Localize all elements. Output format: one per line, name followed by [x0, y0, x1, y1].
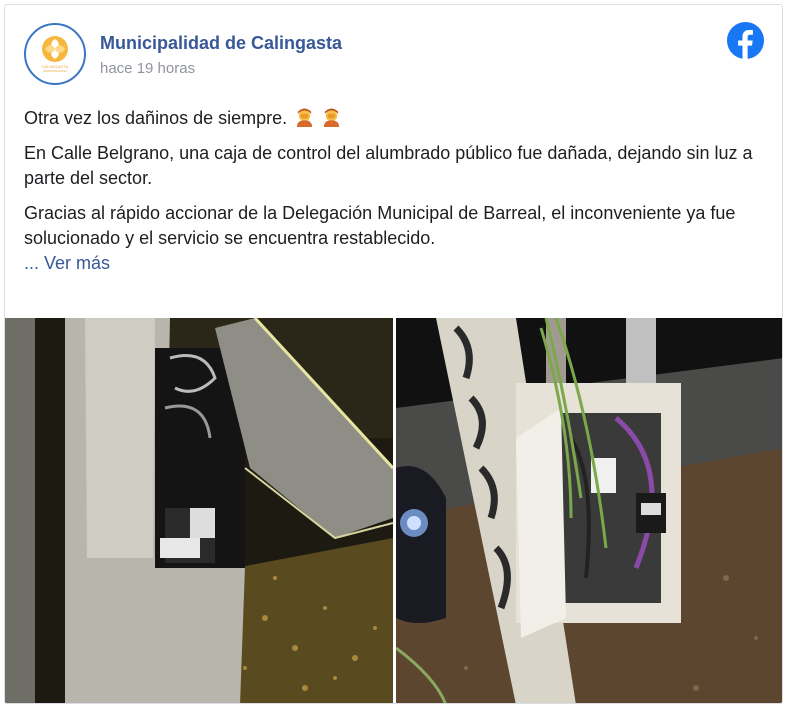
post-timestamp[interactable]: hace 19 horas	[100, 60, 195, 77]
avatar-sublabel: MUNICIPALIDAD	[43, 69, 67, 73]
repaired-box-image	[396, 318, 782, 703]
page-avatar[interactable]: CALINGASTA MUNICIPALIDAD	[24, 23, 86, 85]
facebook-post-card: CALINGASTA MUNICIPALIDAD Municipalidad d…	[4, 4, 783, 704]
post-paragraph: Otra vez los dañinos de siempre.	[24, 106, 764, 131]
post-photos	[5, 318, 782, 703]
see-more-ellipsis: ...	[24, 253, 45, 273]
see-more-label: Ver más	[44, 253, 111, 273]
post-paragraph: Gracias al rápido accionar de la Delegac…	[24, 201, 764, 276]
post-text: Otra vez los dañinos de siempre. En Call…	[24, 106, 764, 286]
post-paragraph: En Calle Belgrano, una caja de control d…	[24, 143, 753, 188]
damaged-control-box-photo[interactable]	[5, 318, 393, 703]
post-paragraph-text: Otra vez los dañinos de siempre.	[24, 108, 288, 128]
page-name-link[interactable]: Municipalidad de Calingasta	[100, 33, 342, 54]
municipality-logo-icon	[42, 36, 68, 62]
post-paragraph-text: Gracias al rápido accionar de la Delegac…	[24, 203, 736, 248]
post-header: CALINGASTA MUNICIPALIDAD Municipalidad d…	[5, 5, 782, 95]
see-more-link[interactable]: ... Ver más	[24, 253, 110, 273]
person-facepalming-emoji-icon	[324, 108, 340, 127]
damaged-box-image	[5, 318, 393, 703]
facebook-icon[interactable]	[726, 21, 765, 60]
person-facepalming-emoji-icon	[297, 108, 313, 127]
repaired-control-box-photo[interactable]	[396, 318, 782, 703]
